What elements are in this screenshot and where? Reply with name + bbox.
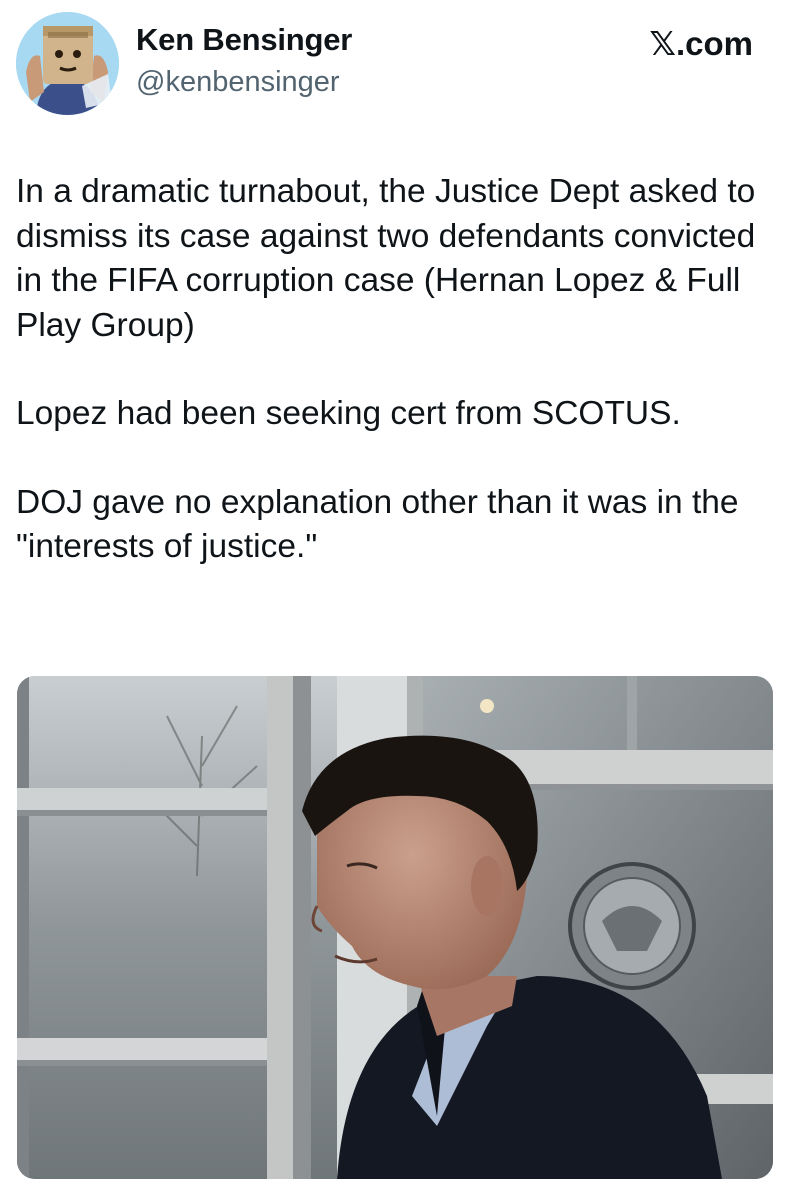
tweet-paragraph: Lopez had been seeking cert from SCOTUS. xyxy=(16,395,681,432)
tweet-text: In a dramatic turnabout, the Justice Dep… xyxy=(16,170,776,614)
author-display-name[interactable]: Ken Bensinger xyxy=(136,22,352,58)
tweet-media-photo[interactable] xyxy=(17,676,773,1179)
author-handle[interactable]: @kenbensinger xyxy=(136,66,340,99)
paper-bag-head-avatar-icon xyxy=(16,12,119,115)
author-avatar[interactable] xyxy=(16,12,119,115)
tweet-paragraph: In a dramatic turnabout, the Justice Dep… xyxy=(16,173,756,344)
tweet-header: Ken Bensinger @kenbensinger 𝕏.com xyxy=(0,0,789,130)
tweet-paragraph: DOJ gave no explanation other than it wa… xyxy=(16,483,739,566)
x-com-label: 𝕏.com xyxy=(649,25,753,62)
man-exiting-courthouse-photo xyxy=(17,676,773,1179)
